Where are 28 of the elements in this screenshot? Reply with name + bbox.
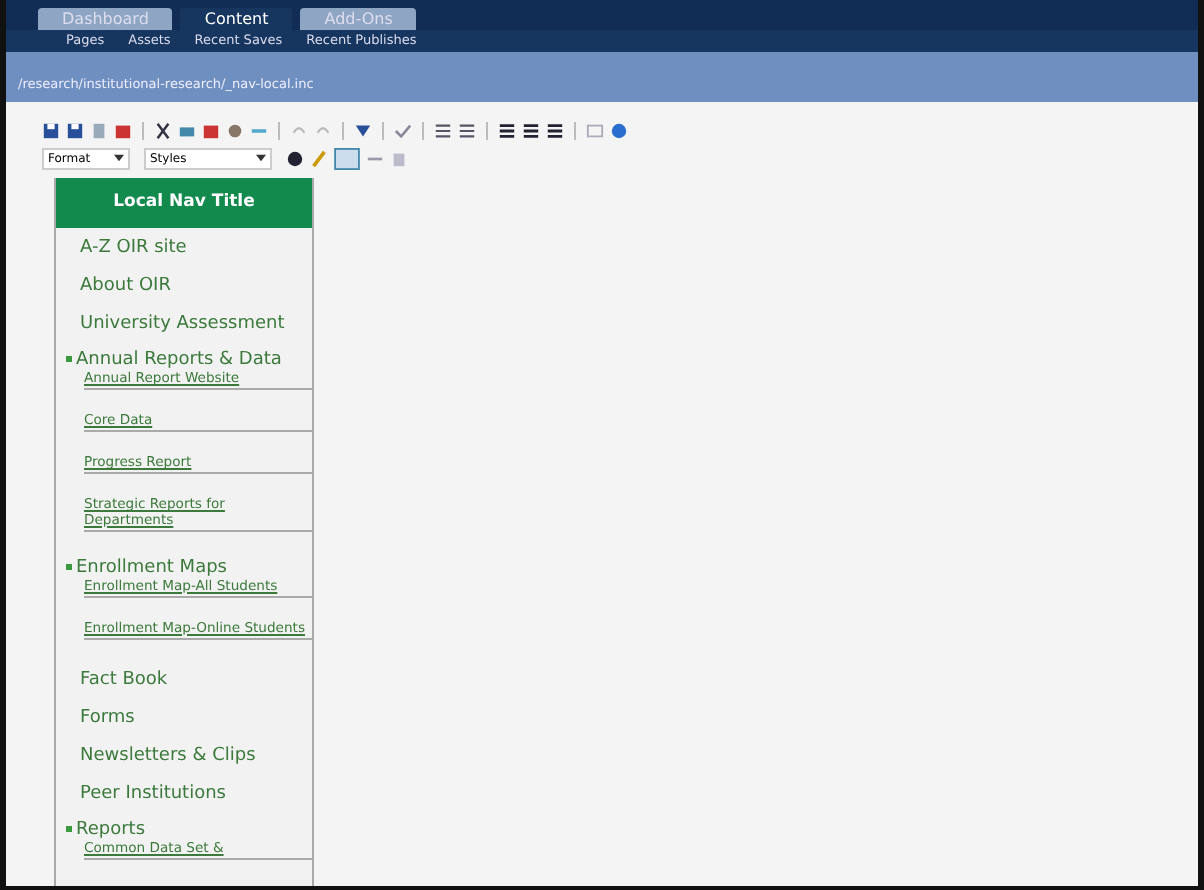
nav-link[interactable]: Fact Book [56, 661, 312, 698]
nav-link[interactable]: Annual Reports & Data [76, 350, 282, 370]
nav-title: Local Nav Title [56, 178, 312, 228]
save-icon[interactable] [42, 121, 60, 139]
list-icon[interactable] [458, 121, 476, 139]
align-icon[interactable] [498, 121, 516, 139]
pencil-icon[interactable] [310, 149, 328, 167]
nav-link[interactable]: Forms [56, 699, 312, 736]
cut-icon[interactable] [154, 121, 172, 139]
nav-link[interactable]: Newsletters & Clips [56, 737, 312, 774]
nav-link[interactable]: Reports [76, 819, 146, 840]
nav-link[interactable]: A-Z OIR site [56, 230, 312, 266]
check-icon[interactable] [394, 121, 412, 139]
align-icon[interactable] [546, 121, 564, 139]
nav-link[interactable]: About OIR [56, 268, 312, 304]
bullet-icon [66, 563, 72, 570]
image-icon[interactable] [334, 147, 360, 169]
align-icon[interactable] [522, 121, 540, 139]
nav-link[interactable]: University Assessment [56, 306, 312, 342]
nav-link[interactable]: Enrollment Maps [76, 557, 227, 578]
caret-icon [256, 154, 266, 162]
nav-tab[interactable]: Content [180, 8, 293, 30]
save-icon[interactable] [66, 121, 84, 139]
bullet-icon [66, 825, 72, 832]
caret-icon [114, 154, 124, 162]
bullet-icon [66, 356, 72, 362]
list-icon[interactable] [434, 121, 452, 139]
nav-link[interactable]: Peer Institutions [56, 775, 312, 812]
